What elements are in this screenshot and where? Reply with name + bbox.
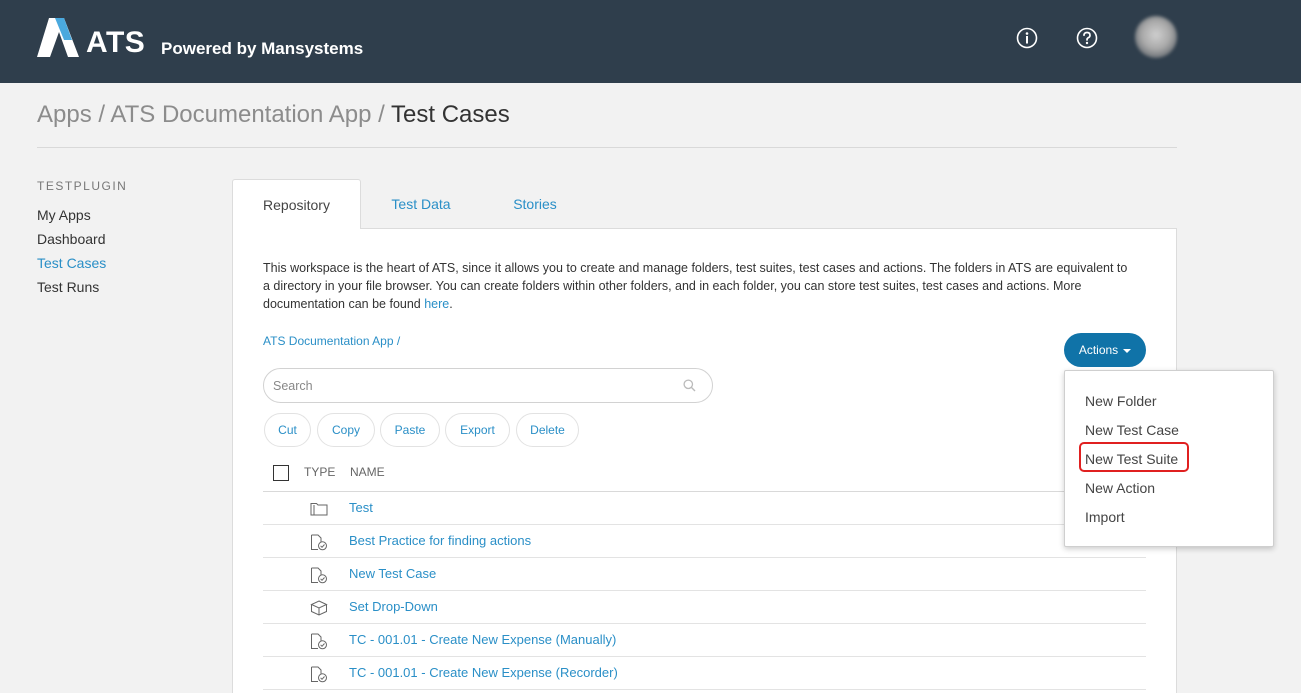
caret-down-icon [1123,348,1132,353]
info-icon[interactable] [1016,27,1038,49]
action-icon [310,600,328,616]
table-row[interactable]: Best Practice for finding actions [263,525,1146,558]
row-name[interactable]: Set Drop-Down [349,599,438,614]
select-all-checkbox[interactable] [273,465,289,481]
top-bar: ATS Powered by Mansystems [0,0,1301,83]
row-name[interactable]: Test [349,500,373,515]
tab-repository[interactable]: Repository [232,179,361,229]
sidebar-item-test-cases[interactable]: Test Cases [37,255,106,271]
workspace-description: This workspace is the heart of ATS, sinc… [263,259,1133,313]
help-icon[interactable] [1076,27,1098,49]
menu-item-import[interactable]: Import [1085,509,1125,525]
menu-item-new-test-suite[interactable]: New Test Suite [1085,451,1178,467]
search-box[interactable] [263,368,713,403]
cut-button[interactable]: Cut [264,413,311,447]
delete-button[interactable]: Delete [516,413,579,447]
row-name[interactable]: New Test Case [349,566,436,581]
tab-test-data[interactable]: Test Data [361,179,481,229]
folder-path[interactable]: ATS Documentation App / [263,334,400,348]
ats-logo-icon[interactable] [37,18,79,58]
table-row[interactable]: Test [263,492,1146,525]
breadcrumb: Apps / ATS Documentation App / Test Case… [37,101,510,129]
sidebar-item-my-apps[interactable]: My Apps [37,207,91,223]
row-name[interactable]: TC - 001.01 - Create New Expense (Manual… [349,632,616,647]
menu-item-new-test-case[interactable]: New Test Case [1085,422,1179,438]
column-header-type[interactable]: TYPE [304,465,335,479]
table-row[interactable]: New Test Case [263,558,1146,591]
breadcrumb-separator: / [378,101,385,128]
actions-menu: New Folder New Test Case New Test Suite … [1064,370,1274,547]
sidebar-item-test-runs[interactable]: Test Runs [37,279,99,295]
row-name[interactable]: Best Practice for finding actions [349,533,531,548]
actions-button[interactable]: Actions [1064,333,1146,367]
table-row[interactable]: Set Drop-Down [263,591,1146,624]
test-case-icon [311,633,327,650]
table-row[interactable]: TC - 001.01 - Create New Expense (Manual… [263,624,1146,657]
breadcrumb-apps[interactable]: Apps [37,101,92,128]
divider [37,147,1177,148]
test-case-icon [311,567,327,584]
page-title: Test Cases [391,101,510,128]
description-text: This workspace is the heart of ATS, sinc… [263,261,1128,311]
column-header-name[interactable]: NAME [350,465,385,479]
menu-item-new-folder[interactable]: New Folder [1085,393,1157,409]
export-button[interactable]: Export [445,413,510,447]
tab-stories[interactable]: Stories [481,179,589,229]
row-name[interactable]: TC - 001.01 - Create New Expense (Record… [349,665,618,680]
paste-button[interactable]: Paste [380,413,440,447]
user-avatar[interactable] [1135,16,1177,58]
test-case-icon [311,534,327,551]
sidebar-item-dashboard[interactable]: Dashboard [37,231,106,247]
test-case-icon [311,666,327,683]
breadcrumb-separator: / [98,101,106,128]
folder-icon [310,503,328,516]
brand-name[interactable]: ATS [86,26,145,60]
description-end: . [449,297,453,311]
brand-tagline: Powered by Mansystems [161,39,364,58]
table-row[interactable]: TC - 001.01 - Create New Expense (Record… [263,657,1146,690]
documentation-link[interactable]: here [424,297,449,311]
search-icon[interactable] [683,379,696,392]
actions-label: Actions [1078,343,1119,357]
sidebar-heading: TESTPLUGIN [37,179,128,193]
breadcrumb-app[interactable]: ATS Documentation App [110,101,371,128]
menu-item-new-action[interactable]: New Action [1085,480,1155,496]
search-input[interactable] [264,369,664,402]
copy-button[interactable]: Copy [317,413,375,447]
